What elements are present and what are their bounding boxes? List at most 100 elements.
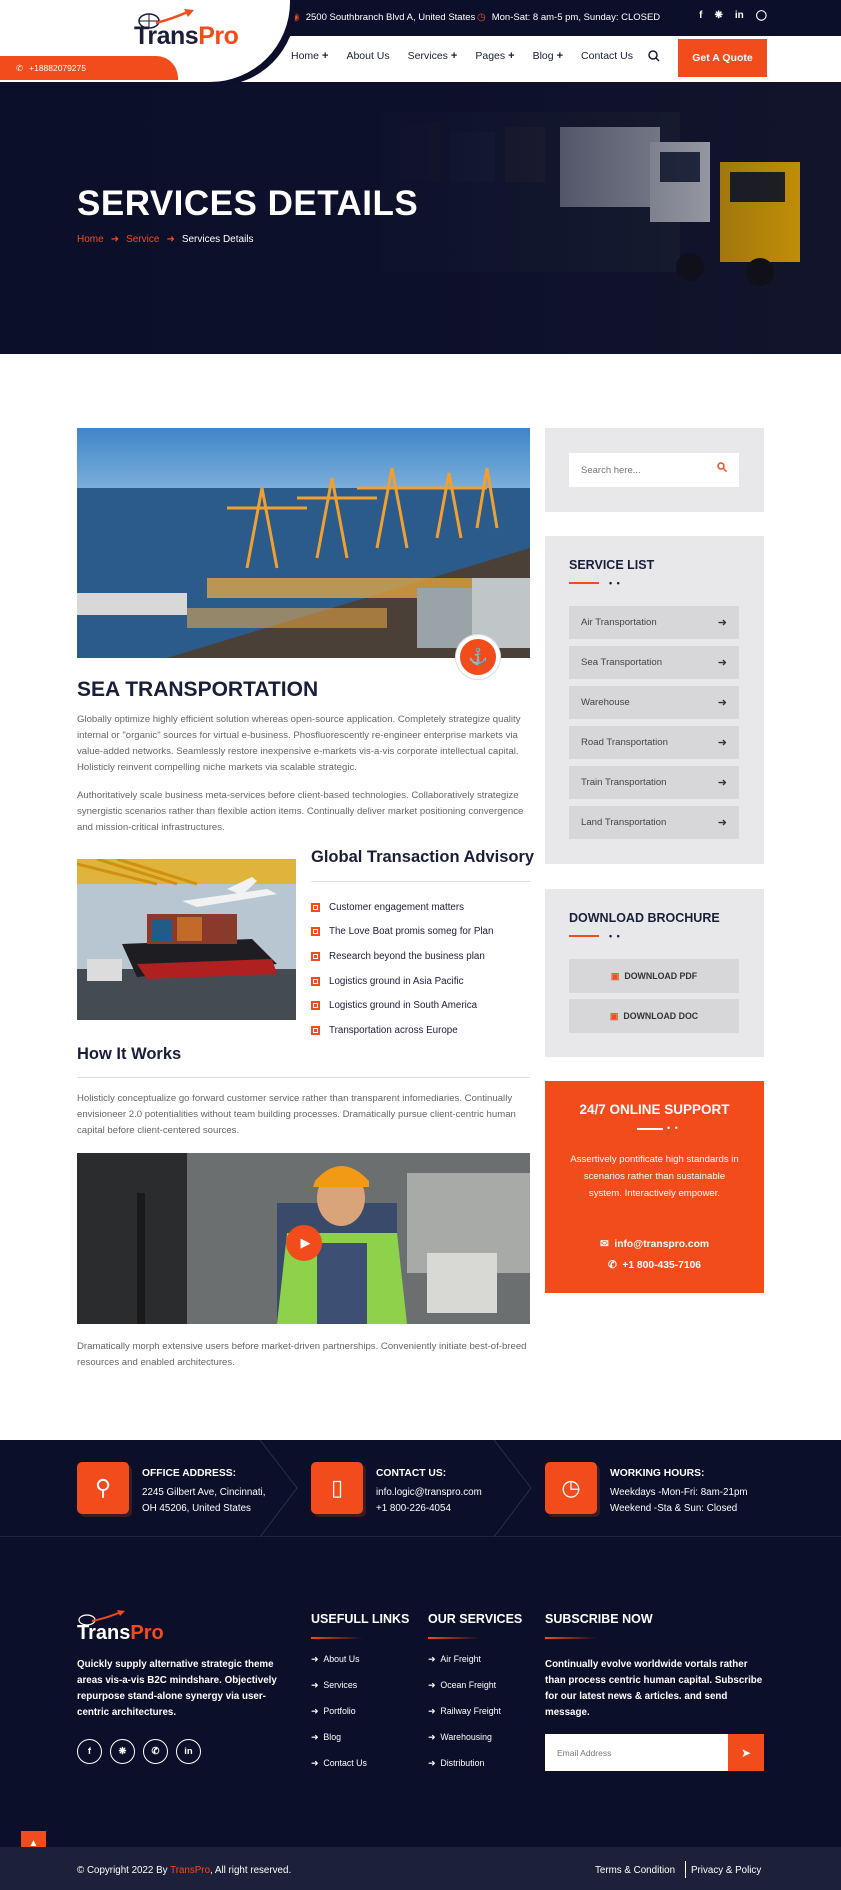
footer-link-contact[interactable]: ➜ Contact Us bbox=[311, 1758, 367, 1784]
nav-about[interactable]: About Us bbox=[346, 50, 389, 62]
linkedin-icon[interactable]: in bbox=[176, 1739, 201, 1764]
office-line-2: OH 45206, United States bbox=[142, 1503, 251, 1514]
whatsapp-icon[interactable]: ✆ bbox=[143, 1739, 168, 1764]
phone-number: +18882079275 bbox=[29, 63, 87, 73]
contact-phone[interactable]: +1 800-226-4054 bbox=[376, 1503, 451, 1514]
download-pdf-button[interactable]: ▣ DOWNLOAD PDF bbox=[569, 959, 739, 993]
twitter-icon[interactable]: ❋ bbox=[715, 10, 723, 21]
useful-links-list: ➜ About Us ➜ Services ➜ Portfolio ➜ Blog ➜ Co… bbox=[311, 1654, 367, 1784]
search-input[interactable] bbox=[569, 453, 739, 487]
square-bullet-icon bbox=[311, 1001, 320, 1011]
divider bbox=[77, 1077, 530, 1078]
footer-logo[interactable]: TransPro bbox=[77, 1622, 164, 1645]
footer-service-distribution[interactable]: ➜ Distribution bbox=[428, 1758, 501, 1784]
hero-banner: SERVICES DETAILS Home ➜ Service ➜ Servic… bbox=[0, 82, 841, 354]
sidebar-item-label: Land Transportation bbox=[581, 817, 667, 828]
copyright-brand[interactable]: TransPro bbox=[170, 1865, 210, 1876]
footer-service-warehousing[interactable]: ➜ Warehousing bbox=[428, 1732, 501, 1758]
nav-home-label: Home bbox=[291, 50, 320, 62]
nav-home[interactable]: Home + bbox=[291, 50, 328, 62]
title-underline bbox=[311, 1637, 363, 1639]
footer-link-services[interactable]: ➜ Services bbox=[311, 1680, 367, 1706]
contact-info-strip: ⚲ OFFICE ADDRESS: 2245 Gilbert Ave, Cinc… bbox=[0, 1440, 841, 1537]
globe-plane-icon bbox=[138, 9, 194, 29]
address-info: ◉ 2500 Southbranch Blvd A, United States bbox=[291, 12, 475, 23]
sidebar-item-land-transportation[interactable]: Land Transportation ➜ bbox=[569, 806, 739, 839]
nav-pages[interactable]: Pages + bbox=[475, 50, 514, 62]
main-nav: Home + About Us Services + Pages + Blog + Co… bbox=[291, 50, 651, 62]
footer-link-portfolio[interactable]: ➜ Portfolio bbox=[311, 1706, 367, 1732]
arrow-right-icon: ➜ bbox=[311, 1732, 319, 1742]
arrow-right-icon: ➜ bbox=[428, 1758, 436, 1768]
arrow-right-icon: ➜ bbox=[428, 1706, 436, 1716]
instagram-icon[interactable]: ◯ bbox=[756, 10, 767, 21]
square-bullet-icon bbox=[311, 902, 320, 912]
closing-paragraph: Dramatically morph extensive users befor… bbox=[77, 1341, 527, 1368]
download-doc-button[interactable]: ▣ DOWNLOAD DOC bbox=[569, 999, 739, 1033]
sidebar-item-train-transportation[interactable]: Train Transportation ➜ bbox=[569, 766, 739, 799]
link-label: Blog bbox=[323, 1732, 341, 1742]
support-email[interactable]: ✉ info@transpro.com bbox=[545, 1238, 764, 1250]
download-doc-label: DOWNLOAD DOC bbox=[623, 1011, 699, 1021]
logo-text-pro: Pro bbox=[198, 22, 239, 50]
square-bullet-icon bbox=[311, 927, 320, 937]
office-line-1: 2245 Gilbert Ave, Cincinnati, bbox=[142, 1487, 266, 1498]
support-phone[interactable]: ✆ +1 800-435-7106 bbox=[545, 1259, 764, 1271]
list-item: Research beyond the business plan bbox=[311, 944, 493, 969]
arrow-right-icon: ➜ bbox=[717, 657, 727, 669]
link-label: Portfolio bbox=[323, 1706, 356, 1716]
list-item-text: Customer engagement matters bbox=[329, 901, 465, 913]
get-a-quote-button[interactable]: Get A Quote bbox=[678, 39, 767, 77]
service-paragraph-1: Globally optimize highly efficient solut… bbox=[77, 714, 521, 773]
arrow-right-icon: ➜ bbox=[717, 617, 727, 629]
nav-blog-label: Blog bbox=[532, 50, 554, 62]
list-item-text: Transportation across Europe bbox=[329, 1024, 458, 1036]
sidebar-item-sea-transportation[interactable]: Sea Transportation ➜ bbox=[569, 646, 739, 679]
hours-line-2: Weekend -Sta & Sun: Closed bbox=[610, 1503, 738, 1514]
nav-services[interactable]: Services + bbox=[408, 50, 458, 62]
linkedin-icon[interactable]: in bbox=[735, 10, 744, 21]
breadcrumb-home[interactable]: Home bbox=[77, 234, 104, 245]
square-bullet-icon bbox=[311, 976, 320, 986]
search-icon[interactable] bbox=[717, 462, 728, 475]
play-icon[interactable]: ▶ bbox=[286, 1225, 322, 1261]
list-item: The Love Boat promis someg for Plan bbox=[311, 920, 493, 945]
contact-email[interactable]: info.logic@transpro.com bbox=[376, 1487, 482, 1498]
breadcrumb-service[interactable]: Service bbox=[126, 234, 159, 245]
link-label: Air Freight bbox=[440, 1654, 481, 1664]
email-field[interactable] bbox=[545, 1734, 728, 1771]
twitter-icon[interactable]: ❋ bbox=[110, 1739, 135, 1764]
footer-service-ocean-freight[interactable]: ➜ Ocean Freight bbox=[428, 1680, 501, 1706]
title-underline bbox=[637, 1128, 663, 1130]
arrow-right-icon: ➜ bbox=[110, 234, 120, 245]
subscribe-title: SUBSCRIBE NOW bbox=[545, 1612, 653, 1626]
arrow-right-icon: ➜ bbox=[311, 1758, 319, 1768]
sidebar-item-warehouse[interactable]: Warehouse ➜ bbox=[569, 686, 739, 719]
download-brochure-box: DOWNLOAD BROCHURE • • ▣ DOWNLOAD PDF ▣ DOW… bbox=[545, 889, 764, 1057]
footer-service-railway-freight[interactable]: ➜ Railway Freight bbox=[428, 1706, 501, 1732]
arrow-right-icon: ➜ bbox=[428, 1680, 436, 1690]
arrow-right-icon: ➜ bbox=[717, 697, 727, 709]
nav-blog[interactable]: Blog + bbox=[533, 50, 563, 62]
title-dots: • • bbox=[609, 578, 621, 588]
search-icon[interactable] bbox=[648, 50, 660, 65]
nav-contact[interactable]: Contact Us bbox=[581, 50, 633, 62]
footer-link-blog[interactable]: ➜ Blog bbox=[311, 1732, 367, 1758]
facebook-icon[interactable]: f bbox=[77, 1739, 102, 1764]
mobile-phone-icon: ▯ bbox=[311, 1462, 363, 1514]
sidebar-item-air-transportation[interactable]: Air Transportation ➜ bbox=[569, 606, 739, 639]
phone-strip[interactable]: ✆ +18882079275 bbox=[0, 56, 178, 80]
file-icon: ▣ bbox=[609, 1010, 619, 1021]
terms-link[interactable]: Terms & Condition bbox=[595, 1865, 675, 1876]
facebook-icon[interactable]: f bbox=[699, 10, 702, 21]
sidebar-item-road-transportation[interactable]: Road Transportation ➜ bbox=[569, 726, 739, 759]
footer-service-air-freight[interactable]: ➜ Air Freight bbox=[428, 1654, 501, 1680]
footer: TransPro Quickly supply alternative stra… bbox=[0, 1537, 841, 1847]
privacy-link[interactable]: Privacy & Policy bbox=[691, 1865, 761, 1876]
arrow-right-icon: ➜ bbox=[311, 1706, 319, 1716]
title-underline bbox=[569, 935, 599, 937]
footer-link-about[interactable]: ➜ About Us bbox=[311, 1654, 367, 1680]
link-label: Distribution bbox=[440, 1758, 485, 1768]
send-icon[interactable]: ➤ bbox=[728, 1734, 764, 1771]
sidebar-search bbox=[545, 428, 764, 512]
